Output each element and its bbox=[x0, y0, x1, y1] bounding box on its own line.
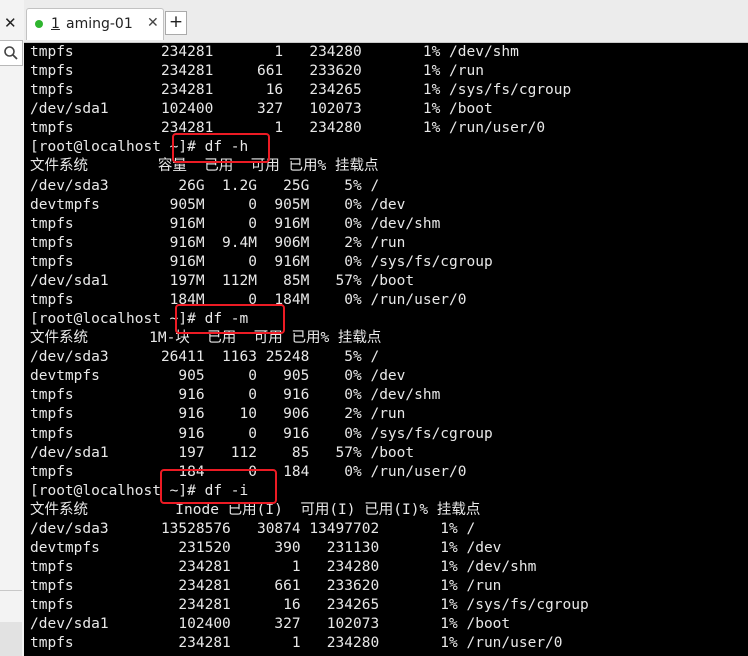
terminal-line: devtmpfs 905 0 905 0% /dev bbox=[30, 368, 406, 385]
side-search-field[interactable] bbox=[0, 40, 23, 66]
new-tab-button[interactable]: + bbox=[165, 11, 187, 35]
terminal-line: tmpfs 184 0 184 0% /run/user/0 bbox=[30, 463, 467, 480]
terminal-line: devtmpfs 231520 390 231130 1% /dev bbox=[30, 540, 502, 557]
side-panel: ✕ bbox=[0, 0, 25, 656]
terminal-line: tmpfs 234281 1 234280 1% /run/user/0 bbox=[30, 120, 546, 137]
terminal-line: 文件系统 容量 已用 可用 已用% 挂载点 bbox=[30, 158, 379, 175]
terminal-line: /dev/sda3 13528576 30874 13497702 1% / bbox=[30, 520, 476, 537]
highlight-box-df-m bbox=[175, 304, 285, 334]
terminal-line: [root@localhost ~]# df -h bbox=[30, 139, 249, 156]
terminal-line: [root@localhost ~]# df -i bbox=[30, 482, 249, 499]
connection-status-icon bbox=[35, 20, 43, 28]
terminal-line: /dev/sda1 197 112 85 57% /boot bbox=[30, 444, 415, 461]
terminal-line: tmpfs 916 10 906 2% /run bbox=[30, 406, 406, 423]
terminal-output[interactable]: tmpfs 234281 1 234280 1% /dev/shm tmpfs 2… bbox=[24, 43, 748, 656]
highlight-box-df-i bbox=[160, 469, 277, 504]
terminal-line: tmpfs 234281 1 234280 1% /dev/shm bbox=[30, 44, 519, 60]
tab-bar: 1 aming-01 ✕ + bbox=[24, 0, 748, 43]
side-close-icon[interactable]: ✕ bbox=[4, 14, 17, 32]
terminal-line: /dev/sda1 102400 327 102073 1% /boot bbox=[30, 101, 493, 118]
terminal-line: tmpfs 234281 661 233620 1% /run bbox=[30, 578, 502, 595]
highlight-box-df-h bbox=[172, 133, 270, 163]
terminal-line: /dev/sda3 26G 1.2G 25G 5% / bbox=[30, 177, 380, 194]
terminal-line: devtmpfs 905M 0 905M 0% /dev bbox=[30, 196, 406, 213]
terminal-line: tmpfs 916 0 916 0% /sys/fs/cgroup bbox=[30, 425, 493, 442]
terminal-line: tmpfs 234281 661 233620 1% /run bbox=[30, 63, 484, 80]
terminal-line: tmpfs 916M 0 916M 0% /dev/shm bbox=[30, 215, 441, 232]
terminal-line: 文件系统 Inode 已用(I) 可用(I) 已用(I)% 挂载点 bbox=[30, 501, 481, 518]
terminal-line: tmpfs 916 0 916 0% /dev/shm bbox=[30, 387, 441, 404]
terminal-line: tmpfs 234281 1 234280 1% /dev/shm bbox=[30, 559, 537, 576]
terminal-line: tmpfs 916M 0 916M 0% /sys/fs/cgroup bbox=[30, 253, 493, 270]
search-icon bbox=[4, 46, 18, 60]
terminal-line: /dev/sda1 197M 112M 85M 57% /boot bbox=[30, 272, 415, 289]
terminal-line: tmpfs 184M 0 184M 0% /run/user/0 bbox=[30, 292, 467, 309]
tab-session[interactable]: 1 aming-01 ✕ bbox=[26, 8, 164, 40]
tab-number: 1 bbox=[51, 16, 60, 32]
terminal-line: tmpfs 234281 16 234265 1% /sys/fs/cgroup bbox=[30, 597, 589, 614]
tab-title: aming-01 bbox=[66, 16, 133, 32]
terminal-line: tmpfs 916M 9.4M 906M 2% /run bbox=[30, 234, 406, 251]
side-panel-footer bbox=[0, 622, 22, 656]
terminal-line: /dev/sda3 26411 1163 25248 5% / bbox=[30, 349, 380, 366]
terminal-line: [root@localhost ~]# df -m bbox=[30, 311, 249, 328]
terminal-line: tmpfs 234281 1 234280 1% /run/user/0 bbox=[30, 635, 563, 652]
tab-close-icon[interactable]: ✕ bbox=[147, 15, 159, 31]
terminal-line: tmpfs 234281 16 234265 1% /sys/fs/cgroup bbox=[30, 82, 572, 99]
side-divider bbox=[0, 590, 22, 591]
terminal-text: tmpfs 234281 1 234280 1% /dev/shm tmpfs 2… bbox=[30, 43, 589, 656]
terminal-line: 文件系统 1M-块 已用 可用 已用% 挂载点 bbox=[30, 330, 382, 347]
terminal-line: /dev/sda1 102400 327 102073 1% /boot bbox=[30, 616, 511, 633]
